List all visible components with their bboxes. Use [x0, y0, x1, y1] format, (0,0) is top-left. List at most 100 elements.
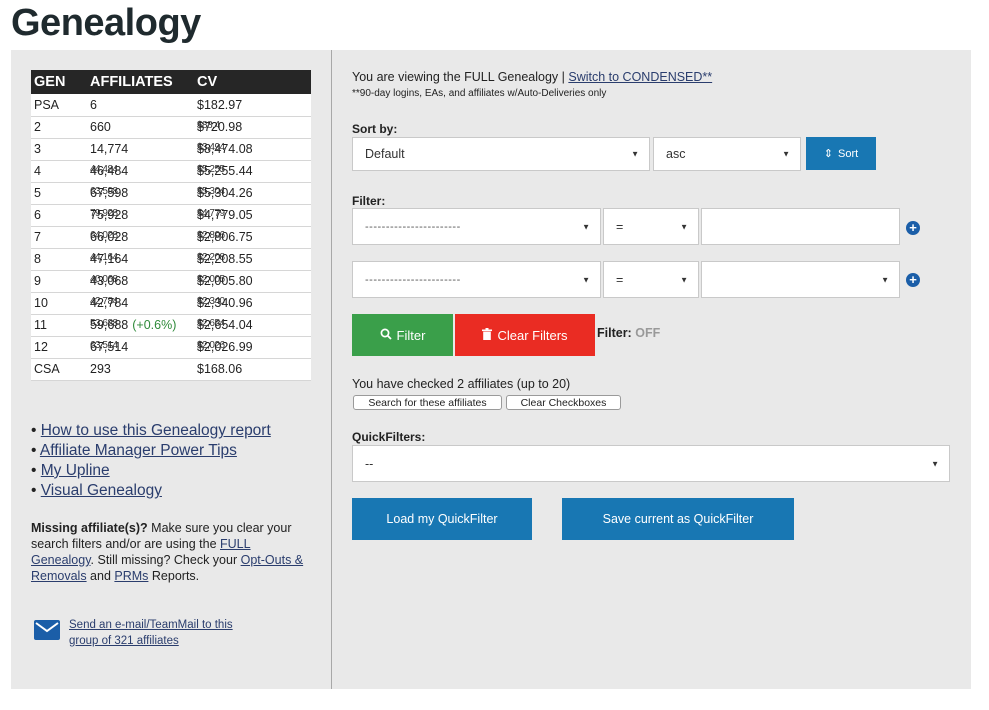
filter-field-select-1[interactable]: ----------------------- ▼: [352, 208, 601, 245]
affiliates-value: 660: [90, 120, 111, 134]
link-visual-genealogy[interactable]: Visual Genealogy: [41, 482, 162, 499]
missing-text: and: [86, 569, 115, 583]
filter-operator-select-2[interactable]: = ▼: [603, 261, 699, 298]
clear-checkboxes-button[interactable]: Clear Checkboxes: [506, 395, 621, 410]
header-cv[interactable]: CV: [194, 70, 311, 94]
link-how-to-use[interactable]: How to use this Genealogy report: [41, 422, 271, 439]
cell-affiliates[interactable]: 75,928 79,928: [87, 204, 194, 227]
missing-heading: Missing affiliate(s)?: [31, 521, 148, 535]
cell-affiliates[interactable]: 46,484 44,484: [87, 160, 194, 183]
cv-overlay: $2,026: [197, 340, 225, 351]
cell-gen: 3: [31, 138, 87, 161]
filter-value-select-2[interactable]: ▼: [701, 261, 900, 298]
affiliates-overlay: 63,598: [90, 186, 118, 197]
cell-affiliates[interactable]: 6: [87, 94, 194, 117]
header-gen[interactable]: GEN: [31, 70, 87, 94]
envelope-icon[interactable]: [34, 620, 60, 640]
quickfilters-label: QuickFilters:: [352, 430, 426, 444]
link-prms[interactable]: PRMs: [114, 569, 148, 583]
chevron-down-icon: ▼: [782, 149, 790, 159]
table-row: 2 660 $720.98 $88,4: [31, 116, 311, 139]
filter-field-select-2[interactable]: ----------------------- ▼: [352, 261, 601, 298]
cv-overlay: $88,4: [197, 120, 220, 131]
cv-value: $2,208.55 $2,208: [197, 252, 253, 266]
switch-condensed-link[interactable]: Switch to CONDENSED**: [568, 70, 712, 84]
clear-filters-button[interactable]: Clear Filters: [455, 314, 595, 356]
send-email-line2: group of 321 affiliates: [69, 635, 179, 647]
cell-affiliates[interactable]: 67,514 63,514: [87, 336, 194, 359]
affiliates-count: 293: [90, 362, 111, 376]
load-quickfilter-button[interactable]: Load my QuickFilter: [352, 498, 532, 540]
cell-cv: $168.06: [194, 358, 311, 381]
sort-field-value: Default: [365, 147, 405, 161]
cv-value: $168.06: [197, 362, 242, 376]
filter-button[interactable]: Filter: [352, 314, 453, 356]
sort-field-select[interactable]: Default ▼: [352, 137, 650, 171]
cell-gen: 5: [31, 182, 87, 205]
cv-value: $2,026.99 $2,026: [197, 340, 253, 354]
affiliates-count: 14,774: [90, 142, 129, 156]
list-item: • How to use this Genealogy report: [31, 422, 271, 439]
affiliates-value: 14,774: [90, 142, 128, 156]
cell-affiliates[interactable]: 47,164 44,164: [87, 248, 194, 271]
table-row: 7 66,028 64,028 $2,806.75 $2,806: [31, 226, 311, 249]
filter-operator-select-1[interactable]: = ▼: [603, 208, 699, 245]
cell-gen: 12: [31, 336, 87, 359]
cell-cv: $8,474.08 $3,494: [194, 138, 311, 161]
cell-affiliates[interactable]: 43,068 40,068: [87, 270, 194, 293]
search-icon: [380, 328, 392, 343]
filter-value-input-1[interactable]: [701, 208, 900, 245]
quickfilters-select[interactable]: -- ▼: [352, 445, 950, 482]
affiliates-value: 6: [90, 98, 97, 112]
cell-affiliates[interactable]: 42,784 42,784: [87, 292, 194, 315]
chevron-down-icon: ▼: [680, 222, 688, 231]
add-filter-icon[interactable]: +: [906, 221, 920, 235]
cv-value: $5,304.26 $5,304: [197, 186, 253, 200]
cell-affiliates[interactable]: 66,028 64,028: [87, 226, 194, 249]
sort-order-select[interactable]: asc ▼: [653, 137, 801, 171]
cv-overlay: $2,208: [197, 252, 225, 263]
sort-button-label: Sort: [838, 147, 859, 160]
cell-affiliates[interactable]: 14,774: [87, 138, 194, 161]
save-quickfilter-button[interactable]: Save current as QuickFilter: [562, 498, 794, 540]
affiliates-overlay: 63,514: [90, 340, 118, 351]
search-affiliates-button[interactable]: Search for these affiliates: [353, 395, 502, 410]
cell-gen: 10: [31, 292, 87, 315]
quickfilters-value: --: [365, 456, 374, 471]
filter-operator-value: =: [616, 219, 624, 234]
filter-button-label: Filter: [396, 327, 426, 343]
cell-affiliates[interactable]: 660: [87, 116, 194, 139]
add-filter-icon[interactable]: +: [906, 273, 920, 287]
cv-overlay: $2,654: [197, 318, 225, 329]
cv-value: $2,654.04 $2,654: [197, 318, 253, 332]
viewing-text: You are viewing the FULL Genealogy |: [352, 70, 569, 84]
chevron-down-icon: ▼: [631, 149, 639, 159]
link-power-tips[interactable]: Affiliate Manager Power Tips: [40, 442, 237, 459]
cell-affiliates[interactable]: 67,598 63,598: [87, 182, 194, 205]
sort-button[interactable]: ⇕ Sort: [806, 137, 876, 170]
filter-status: Filter: OFF: [597, 326, 660, 340]
cell-cv: $720.98 $88,4: [194, 116, 311, 139]
cell-affiliates[interactable]: 293: [87, 358, 194, 381]
cell-cv: $182.97: [194, 94, 311, 117]
send-email-link[interactable]: Send an e-mail/TeamMail to this group of …: [69, 617, 269, 649]
affiliates-value: 67,514 63,514: [90, 340, 128, 354]
cv-overlay: $3,494: [197, 142, 225, 153]
cv-value: $4,779.05 $4,779: [197, 208, 253, 222]
table-row: 9 43,068 40,068 $2,005.80 $2,005: [31, 270, 311, 293]
chevron-down-icon: ▼: [582, 275, 590, 284]
affiliates-value: 75,928 79,928: [90, 208, 128, 222]
header-affiliates[interactable]: AFFILIATES: [87, 70, 194, 94]
cv-value: $2,005.80 $2,005: [197, 274, 253, 288]
filter-status-value: OFF: [635, 326, 661, 340]
cell-gen: CSA: [31, 358, 87, 381]
cell-affiliates[interactable]: 59,688 53,688 (+0.6%): [87, 314, 194, 337]
cv-value: $8,474.08 $3,494: [197, 142, 253, 156]
chevron-down-icon: ▼: [931, 459, 939, 468]
list-item: • My Upline: [31, 462, 110, 479]
affiliates-value: 43,068 40,068: [90, 274, 128, 288]
cv-overlay: $2,005: [197, 274, 225, 285]
chevron-down-icon: ▼: [680, 275, 688, 284]
filter-operator-value: =: [616, 272, 624, 287]
link-my-upline[interactable]: My Upline: [41, 462, 110, 479]
